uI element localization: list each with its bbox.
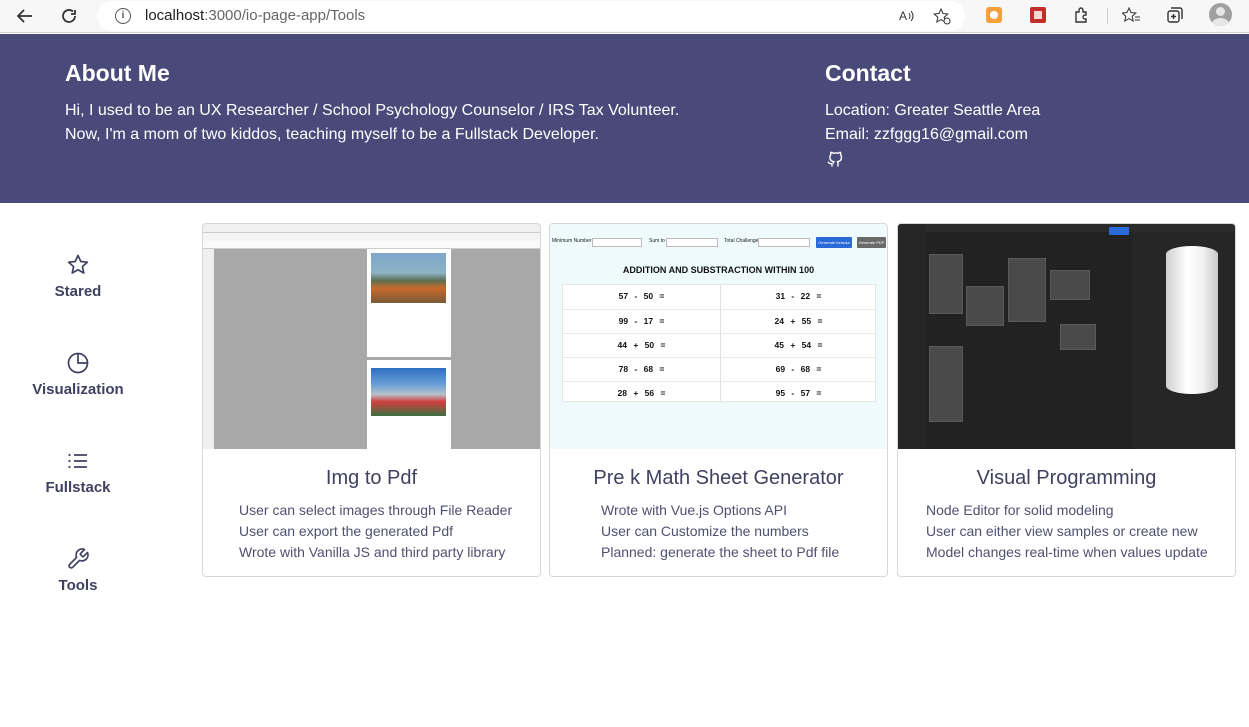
sidebar-item-label: Tools [58, 577, 98, 594]
profile-avatar[interactable] [1209, 3, 1232, 26]
wrench-icon [68, 548, 89, 569]
favorites-icon[interactable] [1121, 5, 1141, 25]
extensions-puzzle-icon[interactable] [1072, 5, 1092, 25]
project-screenshot: Minimum Number Sum to Total Challenges G… [550, 224, 887, 449]
list-item: User can export the generated Pdf [239, 523, 454, 539]
list-item: User can either view samples or create n… [926, 523, 1198, 539]
back-icon[interactable] [13, 4, 37, 28]
generate-formula-button: Generate formula [816, 237, 852, 248]
star-icon [67, 254, 89, 274]
address-bar[interactable]: i localhost:3000/io-page-app/Tools A [97, 1, 965, 31]
generate-pdf-button: Generate PDF [857, 237, 886, 248]
list-item: Node Editor for solid modeling [926, 502, 1114, 518]
pie-chart-icon [67, 352, 89, 374]
refresh-icon[interactable] [57, 4, 81, 28]
favorite-add-icon[interactable] [932, 6, 952, 26]
list-icon [68, 453, 87, 469]
sum-to-input [666, 238, 718, 247]
problem-grid: 57 - 50 = 31 - 22 = 99 - 17 = 24 + 55 = 44… [562, 284, 876, 402]
extension-orange-icon[interactable] [984, 5, 1004, 25]
min-number-input [592, 238, 642, 247]
about-line-1: Hi, I used to be an UX Researcher / Scho… [65, 102, 680, 119]
toolbar-separator [1107, 8, 1108, 24]
about-section: About Me Hi, I used to be an UX Research… [65, 60, 679, 147]
card-feature-list: Node Editor for solid modeling User can … [926, 500, 1208, 563]
cylinder-preview [1166, 246, 1218, 394]
read-aloud-icon[interactable]: A [897, 6, 917, 26]
site-header: About Me Hi, I used to be an UX Research… [0, 34, 1249, 203]
card-title: Pre k Math Sheet Generator [593, 467, 844, 489]
min-number-label: Minimum Number [552, 238, 592, 244]
total-challenges-input [758, 238, 810, 247]
browser-toolbar: i localhost:3000/io-page-app/Tools A [0, 0, 1249, 33]
contact-section: Contact Location: Greater Seattle Area E… [825, 60, 1040, 169]
sidebar-item-visualization[interactable]: Visualization [0, 351, 156, 398]
about-title: About Me [65, 60, 170, 86]
collections-icon[interactable] [1165, 5, 1185, 25]
info-icon[interactable]: i [115, 8, 131, 24]
project-card-math-sheet[interactable]: Minimum Number Sum to Total Challenges G… [549, 223, 888, 577]
list-item: Planned: generate the sheet to Pdf file [601, 544, 840, 560]
sidebar-item-label: Visualization [32, 381, 124, 398]
github-icon[interactable] [825, 149, 845, 169]
list-item: User can Customize the numbers [601, 523, 809, 539]
sum-to-label: Sum to [649, 238, 665, 244]
url-text[interactable]: localhost:3000/io-page-app/Tools [145, 7, 365, 24]
card-feature-list: Wrote with Vue.js Options API User can C… [601, 500, 839, 563]
sidebar-item-label: Fullstack [45, 479, 111, 496]
list-item: Wrote with Vue.js Options API [601, 502, 787, 518]
sidebar-item-stared[interactable]: Stared [0, 253, 156, 300]
total-challenges-label: Total Challenges [724, 238, 761, 244]
sidebar-item-fullstack[interactable]: Fullstack [0, 449, 156, 496]
extension-red-icon[interactable] [1028, 5, 1048, 25]
contact-title: Contact [825, 60, 911, 86]
about-line-2: Now, I'm a mom of two kiddos, teaching m… [65, 126, 599, 143]
list-item: Wrote with Vanilla JS and third party li… [239, 544, 506, 560]
contact-email[interactable]: Email: zzfggg16@gmail.com [825, 123, 1040, 147]
card-title: Img to Pdf [325, 467, 418, 489]
svg-text:A: A [899, 9, 907, 23]
sidebar-item-tools[interactable]: Tools [0, 547, 156, 594]
card-title: Visual Programming [976, 467, 1157, 489]
project-card-img-to-pdf[interactable]: Img to Pdf User can select images throug… [202, 223, 541, 577]
project-card-visual-programming[interactable]: Visual Programming Node Editor for solid… [897, 223, 1236, 577]
card-feature-list: User can select images through File Read… [239, 500, 512, 563]
project-screenshot [203, 224, 540, 449]
contact-location: Location: Greater Seattle Area [825, 102, 1041, 119]
list-item: User can select images through File Read… [239, 502, 513, 518]
list-item: Model changes real-time when values upda… [926, 544, 1208, 560]
sidebar-item-label: Stared [54, 283, 102, 300]
project-screenshot [898, 224, 1235, 449]
sheet-title: ADDITION AND SUBSTRACTION WITHIN 100 [622, 265, 815, 275]
